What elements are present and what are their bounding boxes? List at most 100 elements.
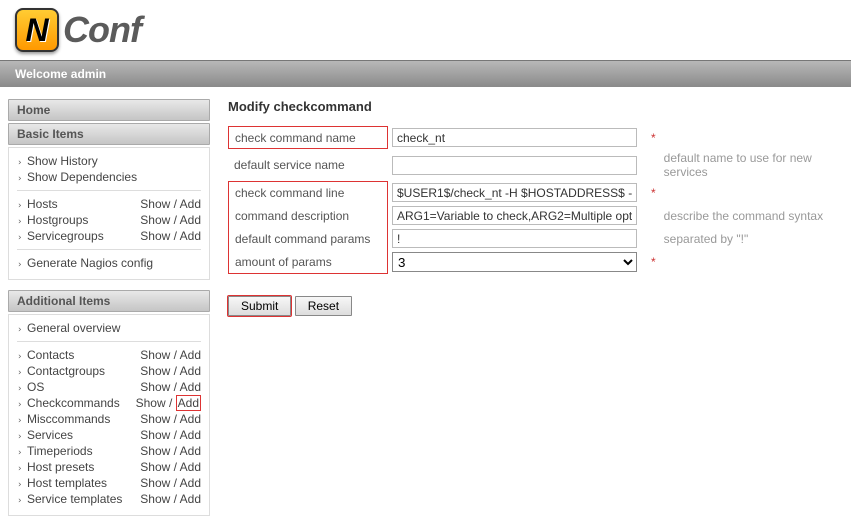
show-link-hostgroups[interactable]: Show <box>140 213 170 227</box>
page-title: Modify checkcommand <box>228 99 841 114</box>
field-hint <box>660 250 841 274</box>
required-marker <box>641 204 660 227</box>
field-label-check-command-name: check command name <box>229 129 387 147</box>
chevron-right-icon: › <box>17 217 23 227</box>
show-link-services[interactable]: Show <box>140 428 170 442</box>
welcome-bar: Welcome admin <box>0 60 851 87</box>
add-link-timeperiods[interactable]: Add <box>180 444 201 458</box>
form-table: check command name * default service name d… <box>228 126 841 274</box>
show-link-misccommands[interactable]: Show <box>140 412 170 426</box>
sidebar-link-show-history[interactable]: ›Show History <box>17 153 201 169</box>
add-link-host presets[interactable]: Add <box>180 460 201 474</box>
sidebar-item-service-templates: ›Service templates <box>17 492 122 506</box>
app-logo: N Conf <box>15 8 836 52</box>
chevron-right-icon: › <box>17 158 23 168</box>
show-link-service-templates[interactable]: Show <box>140 492 170 506</box>
input-check-command-name[interactable] <box>392 128 637 147</box>
field-label-default-command-params: default command params <box>229 230 387 248</box>
add-link-host templates[interactable]: Add <box>180 476 201 490</box>
show-link-timeperiods[interactable]: Show <box>140 444 170 458</box>
sidebar-link-show-dependencies[interactable]: ›Show Dependencies <box>17 169 201 185</box>
chevron-right-icon: › <box>17 448 23 458</box>
field-label-amount-of-params: amount of params <box>229 253 387 271</box>
chevron-right-icon: › <box>17 384 23 394</box>
show-link-contactgroups[interactable]: Show <box>140 364 170 378</box>
button-row: Submit Reset <box>228 296 841 316</box>
select-amount-of-params[interactable]: 3 <box>392 252 637 272</box>
chevron-right-icon: › <box>17 325 23 335</box>
required-marker <box>641 149 660 181</box>
logo-badge: N <box>15 8 59 52</box>
sidebar-item-contactgroups: ›Contactgroups <box>17 364 105 378</box>
submit-button[interactable]: Submit <box>228 296 291 316</box>
divider <box>17 341 201 342</box>
logo-text: Conf <box>63 9 141 51</box>
sidebar-section-basic: Basic Items <box>8 123 210 145</box>
show-link-host-templates[interactable]: Show <box>140 476 170 490</box>
field-hint: describe the command syntax <box>660 204 841 227</box>
field-hint <box>660 181 841 204</box>
divider <box>17 249 201 250</box>
add-link-checkcommands[interactable]: Add <box>178 396 199 410</box>
chevron-right-icon: › <box>17 432 23 442</box>
field-hint: separated by "!" <box>660 227 841 250</box>
chevron-right-icon: › <box>17 496 23 506</box>
input-default-service-name[interactable] <box>392 156 637 175</box>
sidebar-item-os: ›OS <box>17 380 44 394</box>
show-link-os[interactable]: Show <box>140 380 170 394</box>
required-marker: * <box>641 126 660 149</box>
required-marker <box>641 227 660 250</box>
add-link-servicegroups[interactable]: Add <box>180 229 201 243</box>
add-link-hosts[interactable]: Add <box>180 197 201 211</box>
sidebar-item-misccommands: ›Misccommands <box>17 412 110 426</box>
divider <box>17 190 201 191</box>
sidebar-item-servicegroups: ›Servicegroups <box>17 229 104 243</box>
field-label-default-service-name: default service name <box>228 156 388 174</box>
add-link-os[interactable]: Add <box>180 380 201 394</box>
sidebar-link-generate-config[interactable]: ›Generate Nagios config <box>17 255 201 271</box>
sidebar-item-contacts: ›Contacts <box>17 348 74 362</box>
show-link-host-presets[interactable]: Show <box>140 460 170 474</box>
show-link-contacts[interactable]: Show <box>140 348 170 362</box>
sidebar-item-hosts: ›Hosts <box>17 197 58 211</box>
sidebar-item-services: ›Services <box>17 428 73 442</box>
required-marker: * <box>641 250 660 274</box>
sidebar-section-additional: Additional Items <box>8 290 210 312</box>
welcome-text: Welcome admin <box>15 67 106 81</box>
field-label-command-description: command description <box>229 207 387 225</box>
sidebar-section-home[interactable]: Home <box>8 99 210 121</box>
add-link-hostgroups[interactable]: Add <box>180 213 201 227</box>
add-link-service templates[interactable]: Add <box>180 492 201 506</box>
sidebar-item-host-templates: ›Host templates <box>17 476 107 490</box>
show-link-servicegroups[interactable]: Show <box>140 229 170 243</box>
chevron-right-icon: › <box>17 233 23 243</box>
add-link-services[interactable]: Add <box>180 428 201 442</box>
required-marker: * <box>641 181 660 204</box>
chevron-right-icon: › <box>17 201 23 211</box>
field-label-check-command-line: check command line <box>229 184 387 202</box>
sidebar-item-checkcommands: ›Checkcommands <box>17 396 120 410</box>
chevron-right-icon: › <box>17 480 23 490</box>
input-default-command-params[interactable] <box>392 229 637 248</box>
chevron-right-icon: › <box>17 260 23 270</box>
logo-letter: N <box>25 12 48 49</box>
sidebar: Home Basic Items ›Show History ›Show Dep… <box>0 99 218 526</box>
chevron-right-icon: › <box>17 352 23 362</box>
show-link-hosts[interactable]: Show <box>140 197 170 211</box>
add-link-contactgroups[interactable]: Add <box>180 364 201 378</box>
chevron-right-icon: › <box>17 400 23 410</box>
sidebar-item-hostgroups: ›Hostgroups <box>17 213 88 227</box>
chevron-right-icon: › <box>17 174 23 184</box>
add-link-contacts[interactable]: Add <box>180 348 201 362</box>
sidebar-item-host-presets: ›Host presets <box>17 460 94 474</box>
sidebar-item-timeperiods: ›Timeperiods <box>17 444 93 458</box>
add-link-misccommands[interactable]: Add <box>180 412 201 426</box>
show-link-checkcommands[interactable]: Show <box>136 396 166 410</box>
field-hint <box>660 126 841 149</box>
chevron-right-icon: › <box>17 368 23 378</box>
input-check-command-line[interactable] <box>392 183 637 202</box>
field-hint: default name to use for new services <box>660 149 841 181</box>
input-command-description[interactable] <box>392 206 637 225</box>
sidebar-link-general-overview[interactable]: ›General overview <box>17 320 201 336</box>
reset-button[interactable]: Reset <box>295 296 352 316</box>
